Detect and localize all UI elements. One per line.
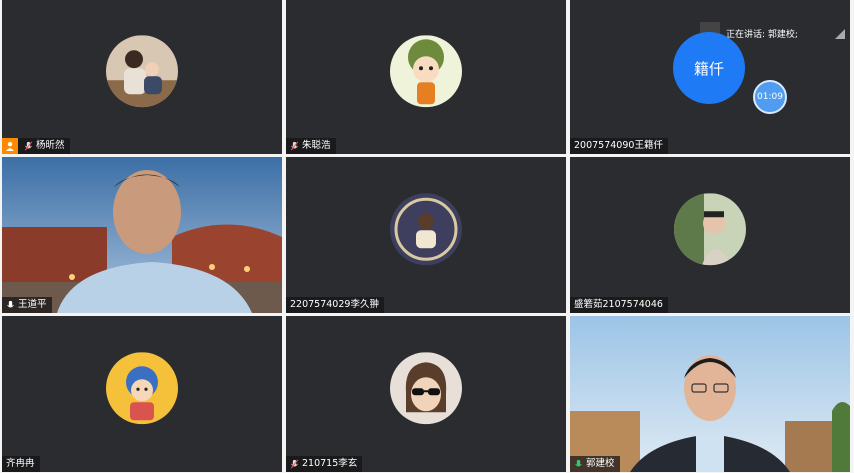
mic-muted-icon bbox=[290, 141, 299, 151]
participant-name: 王道平 bbox=[18, 299, 47, 310]
participant-avatar: 籍仟 bbox=[673, 32, 745, 104]
participant-video bbox=[570, 316, 850, 472]
participant-name-label: 盛箬茹2107574046 bbox=[570, 297, 668, 313]
participant-tile[interactable]: 杨昕然 bbox=[2, 0, 282, 154]
participant-name-label: 王道平 bbox=[2, 297, 52, 313]
participant-name: 朱聪浩 bbox=[302, 140, 331, 151]
participant-avatar bbox=[674, 193, 746, 266]
host-user-icon bbox=[2, 138, 18, 154]
participant-avatar bbox=[390, 193, 462, 266]
participant-name-label: 郭建校 bbox=[570, 456, 620, 472]
participant-tile[interactable]: 2207574029李久翀 bbox=[286, 157, 566, 313]
mic-icon bbox=[7, 300, 14, 308]
participant-name-label: 齐冉冉 bbox=[2, 456, 40, 472]
participant-tile[interactable]: 盛箬茹2107574046 bbox=[570, 157, 850, 313]
participant-tile[interactable]: 210715李玄 bbox=[286, 316, 566, 472]
participant-name: 210715李玄 bbox=[302, 458, 358, 469]
participant-avatar bbox=[390, 35, 462, 108]
participant-name: 2007574090王籍仟 bbox=[574, 140, 663, 151]
expand-icon[interactable] bbox=[834, 28, 846, 40]
participant-tile[interactable]: 齐冉冉 bbox=[2, 316, 282, 472]
active-speaker-label: 正在讲话: 郭建校; bbox=[726, 29, 798, 40]
participant-name-label: 210715李玄 bbox=[286, 456, 363, 472]
mic-active-icon bbox=[575, 459, 582, 467]
participant-name: 杨昕然 bbox=[36, 140, 65, 151]
participant-tile[interactable]: 王道平 bbox=[2, 157, 282, 313]
participant-tile[interactable]: 正在讲话: 郭建校; 籍仟 01:09 2007574090王籍仟 bbox=[570, 0, 850, 154]
participant-name: 2207574029李久翀 bbox=[290, 299, 379, 310]
participant-avatar bbox=[106, 35, 178, 108]
participant-name: 盛箬茹2107574046 bbox=[574, 299, 663, 310]
participant-avatar bbox=[106, 352, 178, 425]
participant-name-label: 杨昕然 bbox=[2, 138, 70, 154]
participant-name-label: 2007574090王籍仟 bbox=[570, 138, 668, 154]
participant-tile[interactable]: 郭建校 bbox=[570, 316, 850, 472]
participant-name-label: 朱聪浩 bbox=[286, 138, 336, 154]
video-grid: 杨昕然 朱聪浩 正在讲话: 郭建校; 籍仟 01:09 2007574090王籍… bbox=[2, 0, 850, 472]
participant-avatar bbox=[390, 352, 462, 425]
mic-muted-icon bbox=[24, 141, 33, 151]
participant-video bbox=[2, 157, 282, 313]
participant-name-label: 2207574029李久翀 bbox=[286, 297, 384, 313]
participant-name: 齐冉冉 bbox=[6, 458, 35, 469]
speaking-timer: 01:09 bbox=[753, 80, 787, 114]
participant-tile[interactable]: 朱聪浩 bbox=[286, 0, 566, 154]
mic-muted-icon bbox=[290, 459, 299, 469]
participant-name: 郭建校 bbox=[586, 458, 615, 469]
